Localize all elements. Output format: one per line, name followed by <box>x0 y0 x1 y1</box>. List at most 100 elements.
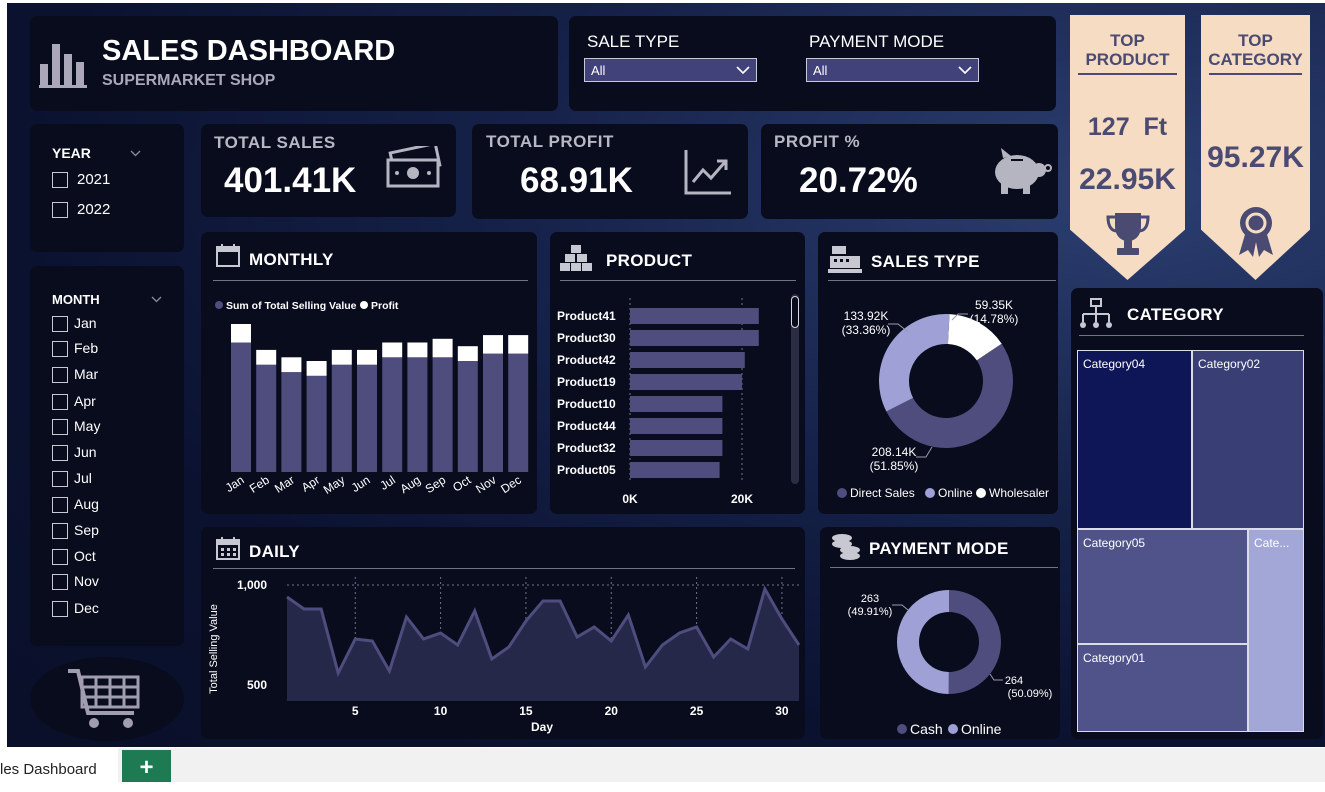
monthly-tick-label: Apr <box>299 473 322 495</box>
add-sheet-button[interactable]: + <box>122 750 171 782</box>
checkbox-oct[interactable] <box>52 549 68 565</box>
sale-type-label: SALE TYPE <box>587 32 680 51</box>
shopping-cart-icon <box>68 669 140 728</box>
payment-mode-header: PAYMENT MODE <box>869 539 1009 558</box>
monthly-bar-selling-value <box>382 357 403 472</box>
treemap-cell-category-truncated[interactable]: Cate... <box>1248 529 1304 732</box>
profit-percent-label: PROFIT % <box>774 132 861 151</box>
checkbox-apr[interactable] <box>52 394 68 410</box>
legend-label: Wholesaler <box>989 486 1049 500</box>
cash-icon <box>386 146 442 188</box>
month-option-dec[interactable]: Dec <box>74 600 99 616</box>
month-option-jul[interactable]: Jul <box>74 470 92 486</box>
year-slicer-label: YEAR <box>52 145 91 161</box>
total-sales-card: TOTAL SALES 401.41K <box>201 124 456 217</box>
daily-y-tick: 500 <box>247 678 267 692</box>
payment-mode-panel: PAYMENT MODE 263 (49.91%) 264 (50.09%) Cash O… <box>820 527 1060 739</box>
monthly-tick-label: Dec <box>498 473 524 496</box>
treemap-cell-category02[interactable]: Category02 <box>1192 350 1304 529</box>
sheet-tab-bar: les Dashboard + <box>0 748 1325 782</box>
product-bar <box>630 308 759 324</box>
chevron-down-icon[interactable] <box>151 296 162 303</box>
hierarchy-icon <box>1080 298 1112 328</box>
sale-type-dropdown[interactable]: All <box>584 58 757 82</box>
legend-swatch <box>948 724 958 734</box>
monthly-bar-selling-value <box>331 364 352 472</box>
month-option-jun[interactable]: Jun <box>74 444 97 460</box>
month-option-aug[interactable]: Aug <box>74 496 99 512</box>
product-category-label: Product41 <box>557 309 616 323</box>
monthly-bar-profit <box>231 324 251 343</box>
monthly-tick-label: Sep <box>423 473 449 497</box>
month-option-nov[interactable]: Nov <box>74 573 99 589</box>
monthly-tick-label: Aug <box>397 473 423 496</box>
checkbox-dec[interactable] <box>52 601 68 617</box>
donut-slice-online <box>897 590 949 694</box>
monthly-bar-profit <box>508 335 529 354</box>
monthly-bar-profit <box>331 349 352 365</box>
sales-type-header: SALES TYPE <box>871 252 980 271</box>
daily-y-tick: 1,000 <box>237 578 267 592</box>
month-option-mar[interactable]: Mar <box>74 366 98 382</box>
product-category-label: Product05 <box>557 463 616 477</box>
treemap-cell-category01[interactable]: Category01 <box>1077 644 1248 732</box>
year-option-2021[interactable]: 2021 <box>77 171 110 188</box>
month-option-apr[interactable]: Apr <box>74 393 96 409</box>
product-scrollbar[interactable] <box>791 294 799 484</box>
checkbox-mar[interactable] <box>52 367 68 383</box>
checkbox-jun[interactable] <box>52 445 68 461</box>
month-option-feb[interactable]: Feb <box>74 340 98 356</box>
treemap-label: Category02 <box>1198 357 1261 371</box>
checkbox-nov[interactable] <box>52 574 68 590</box>
treemap-cell-category04[interactable]: Category04 <box>1077 350 1192 529</box>
category-header-rule <box>1079 335 1304 336</box>
daily-area-fill <box>287 589 799 701</box>
title-panel: SALES DASHBOARD SUPERMARKET SHOP <box>30 16 558 111</box>
checkbox-jan[interactable] <box>52 316 68 332</box>
page-title: SALES DASHBOARD <box>102 35 396 67</box>
treemap-cell-category05[interactable]: Category05 <box>1077 529 1248 644</box>
monthly-tick-label: Oct <box>450 472 474 494</box>
product-scrollbar-thumb[interactable] <box>791 296 799 328</box>
monthly-tick-label: Jul <box>377 473 397 493</box>
top-category-title-line1: TOP <box>1238 31 1273 50</box>
monthly-header: MONTHLY <box>249 250 334 269</box>
legend-label: Cash <box>910 721 943 737</box>
daily-x-tick: 15 <box>519 704 533 718</box>
checkbox-2022[interactable] <box>52 202 68 218</box>
page-subtitle: SUPERMARKET SHOP <box>102 72 276 89</box>
bar-chart-logo-icon <box>39 44 87 88</box>
monthly-bar-selling-value <box>306 375 327 472</box>
checkbox-may[interactable] <box>52 419 68 435</box>
year-option-2022[interactable]: 2022 <box>77 201 110 218</box>
month-option-sep[interactable]: Sep <box>74 522 99 538</box>
product-bar <box>630 396 723 412</box>
plus-icon: + <box>139 754 154 781</box>
leader-line <box>892 604 909 611</box>
checkbox-sep[interactable] <box>52 523 68 539</box>
sheet-tab-sales-dashboard[interactable]: les Dashboard <box>0 748 118 782</box>
chevron-down-icon[interactable] <box>130 150 141 157</box>
legend-swatch <box>837 488 847 498</box>
checkbox-aug[interactable] <box>52 497 68 513</box>
payment-mode-value: All <box>813 63 828 78</box>
product-chart-panel: PRODUCT Product41 Product30 Product42 Produ… <box>550 232 805 514</box>
month-option-jan[interactable]: Jan <box>74 315 97 331</box>
top-product-title-line1: TOP <box>1110 31 1145 50</box>
checkbox-jul[interactable] <box>52 471 68 487</box>
monthly-tick-label: Feb <box>247 473 272 496</box>
month-option-may[interactable]: May <box>74 418 100 434</box>
checkbox-feb[interactable] <box>52 341 68 357</box>
legend-swatch <box>897 724 907 734</box>
daily-y-axis-label: Total Selling Value <box>208 604 220 694</box>
daily-x-tick: 5 <box>352 704 359 718</box>
monthly-bar-selling-value <box>483 353 503 472</box>
monthly-bar-selling-value <box>457 361 478 472</box>
treemap-label: Category05 <box>1083 536 1146 550</box>
category-header: CATEGORY <box>1127 305 1224 324</box>
product-category-label: Product30 <box>557 331 616 345</box>
checkbox-2021[interactable] <box>52 172 68 188</box>
payment-mode-dropdown[interactable]: All <box>806 58 979 82</box>
product-category-label: Product19 <box>557 375 616 389</box>
month-option-oct[interactable]: Oct <box>74 548 96 564</box>
